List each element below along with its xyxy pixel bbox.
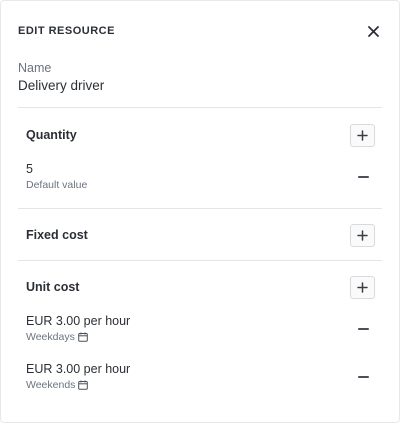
name-value: Delivery driver xyxy=(18,78,105,93)
plus-icon xyxy=(357,282,368,293)
remove-unit-cost-button[interactable] xyxy=(353,319,373,339)
remove-unit-cost-button[interactable] xyxy=(353,367,373,387)
close-button[interactable] xyxy=(362,20,384,42)
quantity-sub-label: Default value xyxy=(26,179,88,191)
plus-icon xyxy=(357,230,368,241)
add-unit-cost-button[interactable] xyxy=(350,276,375,299)
unit-cost-sub-label: Weekdays xyxy=(26,331,75,343)
divider xyxy=(18,208,382,209)
panel-title: EDIT RESOURCE xyxy=(18,25,115,37)
unit-cost-sub-label: Weekends xyxy=(26,379,76,391)
add-quantity-button[interactable] xyxy=(350,124,375,147)
close-icon xyxy=(367,25,379,37)
calendar-icon xyxy=(78,380,89,390)
unit-cost-value: EUR 3.00 per hour xyxy=(26,314,131,328)
remove-quantity-button[interactable] xyxy=(353,167,373,187)
minus-icon xyxy=(357,328,369,330)
divider xyxy=(18,107,382,108)
quantity-title: Quantity xyxy=(26,128,77,142)
add-fixed-cost-button[interactable] xyxy=(350,224,375,247)
panel-header: EDIT RESOURCE xyxy=(18,23,382,39)
plus-icon xyxy=(357,130,368,141)
unit-cost-value: EUR 3.00 per hour xyxy=(26,362,131,376)
edit-resource-panel: EDIT RESOURCE Name Delivery driver Quant… xyxy=(0,0,400,423)
name-label: Name xyxy=(18,61,52,75)
quantity-value: 5 xyxy=(26,162,33,176)
minus-icon xyxy=(357,376,369,378)
quantity-sub: Default value xyxy=(26,178,87,192)
calendar-icon xyxy=(78,332,88,342)
divider xyxy=(18,260,382,261)
unit-cost-title: Unit cost xyxy=(26,280,80,294)
unit-cost-sub: Weekdays xyxy=(26,330,88,344)
fixed-cost-title: Fixed cost xyxy=(26,228,88,242)
minus-icon xyxy=(357,176,369,178)
unit-cost-sub: Weekends xyxy=(26,378,89,392)
name-field: Name Delivery driver xyxy=(18,60,104,95)
